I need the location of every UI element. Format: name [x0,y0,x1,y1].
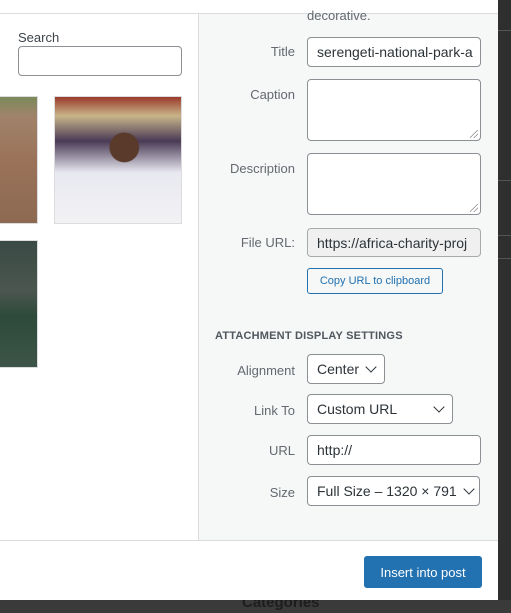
link-to-select[interactable]: Custom URL [307,394,453,424]
alignment-value: Center [317,361,360,377]
size-select[interactable]: Full Size – 1320 × 791 [307,476,480,506]
caption-textarea[interactable] [307,79,481,141]
link-to-value: Custom URL [317,401,398,417]
file-url-input[interactable]: https://africa-charity-proj [307,228,481,257]
title-value: serengeti-national-park-a [317,44,473,60]
url-label: URL [268,443,295,458]
media-modal: Search decorative. Title serengeti-natio… [0,0,498,600]
description-textarea[interactable] [307,153,481,215]
url-input[interactable]: http:// [307,435,481,465]
file-url-value: https://africa-charity-proj [317,234,468,251]
chevron-down-icon [433,401,445,413]
title-input[interactable]: serengeti-national-park-a [307,37,481,67]
alt-text-help: decorative. [307,8,371,23]
alignment-select[interactable]: Center [307,354,385,384]
title-label: Title [270,44,295,59]
background-admin [498,0,511,613]
attachment-thumbnail[interactable] [54,96,182,224]
chevron-down-icon [365,361,377,373]
description-label: Description [229,161,295,176]
size-value: Full Size – 1320 × 791 [317,483,457,499]
caption-label: Caption [250,87,295,102]
modal-header [0,0,498,14]
categories-heading: Categories [242,600,320,611]
file-url-label: File URL: [240,235,295,250]
copy-url-button[interactable]: Copy URL to clipboard [307,268,443,294]
display-settings-heading: ATTACHMENT DISPLAY SETTINGS [215,330,403,342]
resize-handle-icon[interactable] [470,204,478,212]
url-value: http:// [317,442,353,458]
attachment-thumbnail[interactable] [0,240,38,368]
search-label: Search [18,30,60,45]
insert-into-post-button[interactable]: Insert into post [364,556,482,588]
alignment-label: Alignment [237,363,295,378]
attachment-thumbnail[interactable] [0,96,38,224]
size-label: Size [269,485,295,500]
background-admin-bottom: Categories [0,600,511,613]
resize-handle-icon[interactable] [470,130,478,138]
chevron-down-icon [463,483,475,495]
link-to-label: Link To [254,403,295,418]
search-input[interactable] [18,46,182,76]
